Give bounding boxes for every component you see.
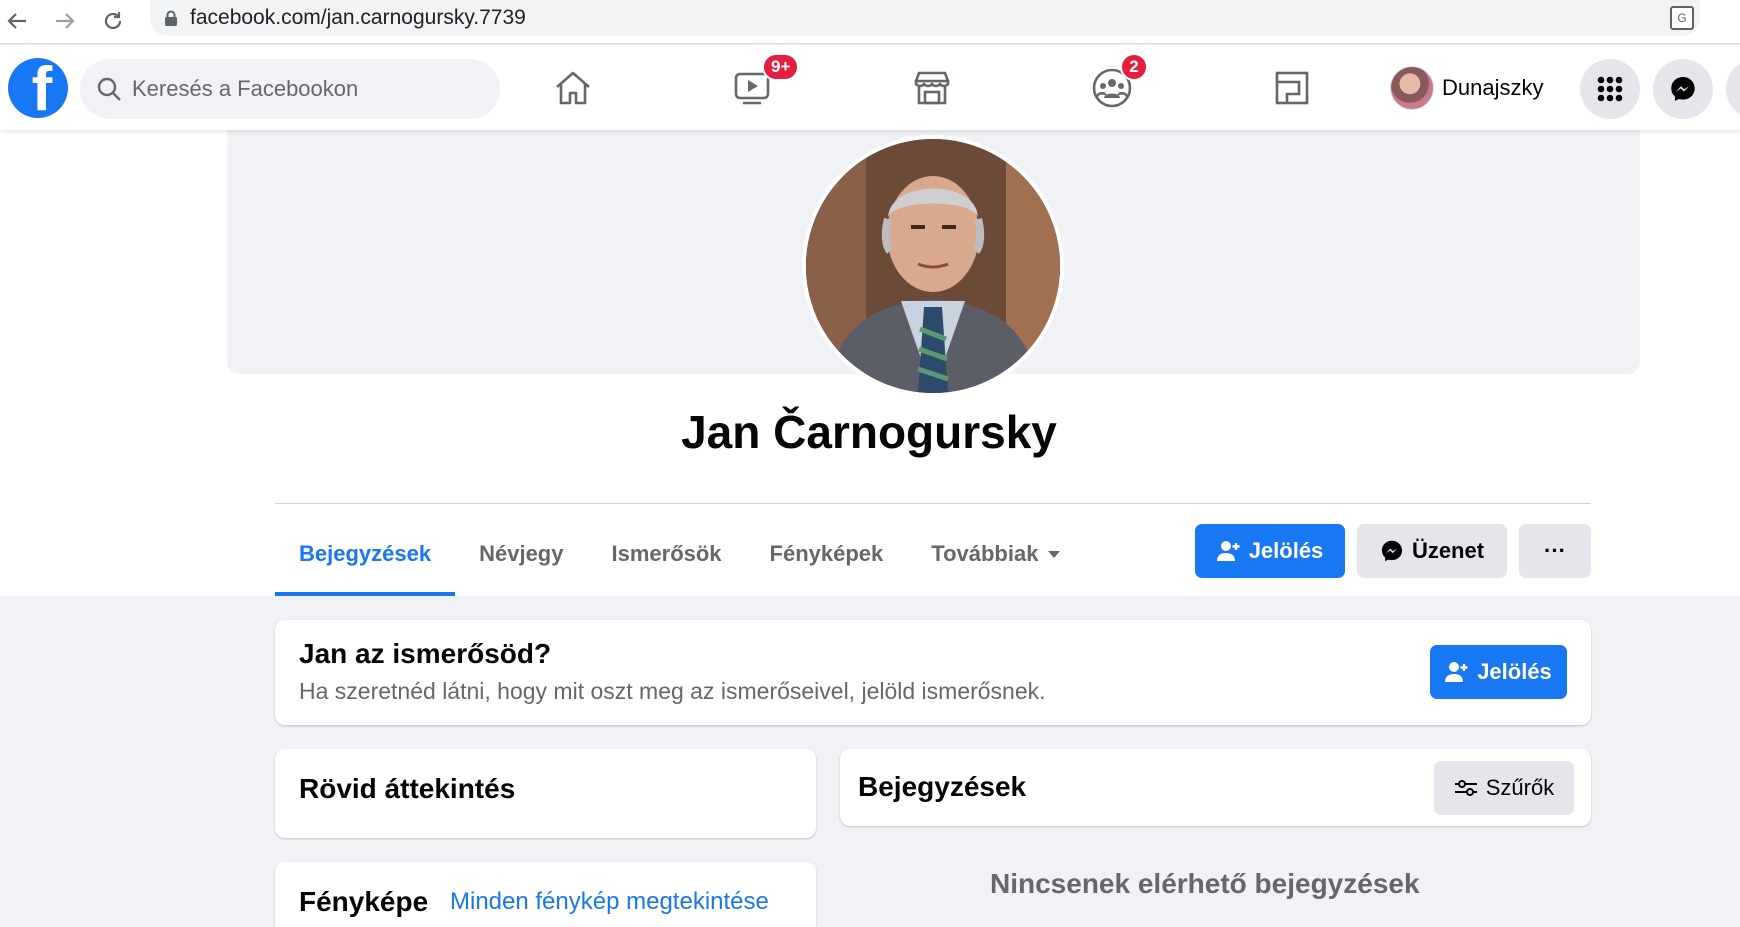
friend-prompt-title: Jan az ismerősöd?: [299, 638, 552, 669]
translate-icon[interactable]: G: [1670, 6, 1694, 30]
intro-card: Rövid áttekintés: [275, 749, 816, 838]
tab-more[interactable]: Továbbiak: [907, 512, 1084, 596]
search-input[interactable]: [132, 76, 462, 102]
profile-photo[interactable]: [802, 135, 1064, 397]
grid-menu-icon: [1597, 76, 1623, 102]
address-bar[interactable]: facebook.com/jan.carnogursky.7739 G: [150, 0, 1700, 36]
user-name: Dunajszky: [1442, 75, 1544, 100]
nav-groups[interactable]: [1052, 55, 1172, 121]
add-friend-icon: [1445, 662, 1468, 682]
facebook-logo-icon[interactable]: f: [8, 58, 68, 118]
add-friend-button[interactable]: Jelölés: [1195, 524, 1345, 578]
photos-card: Fényképe Minden fénykép megtekintése: [275, 862, 816, 927]
profile-portrait-image: [806, 139, 1060, 393]
posts-card: Bejegyzések Szűrők: [840, 749, 1591, 826]
no-posts-message: Nincsenek elérhető bejegyzések: [990, 868, 1420, 899]
more-options-button[interactable]: ···: [1519, 524, 1591, 578]
tab-friends[interactable]: Ismerősök: [587, 512, 745, 596]
menu-button[interactable]: [1580, 59, 1640, 119]
messenger-icon: [1671, 77, 1695, 101]
add-friend-icon: [1216, 541, 1240, 561]
chevron-down-icon: [1048, 550, 1061, 558]
search-icon: [97, 77, 121, 101]
messenger-icon: [1381, 540, 1402, 562]
search-box[interactable]: [80, 59, 500, 119]
posts-title: Bejegyzések: [858, 771, 1027, 802]
friend-prompt-card: Jan az ismerősöd? Ha szeretnéd látni, ho…: [275, 620, 1591, 725]
filter-sliders-icon: [1454, 780, 1477, 796]
lock-icon: [165, 10, 177, 26]
profile-tabs: Bejegyzések Névjegy Ismerősök Fényképek …: [275, 512, 1084, 596]
reload-icon[interactable]: [96, 4, 130, 38]
filters-button[interactable]: Szűrők: [1434, 761, 1574, 815]
tab-posts[interactable]: Bejegyzések: [275, 512, 456, 596]
back-arrow-icon[interactable]: [0, 4, 34, 38]
avatar: [1390, 66, 1434, 110]
notifications-button[interactable]: [1726, 59, 1740, 119]
groups-badge: 2: [1120, 53, 1148, 81]
message-button[interactable]: Üzenet: [1357, 524, 1507, 578]
gaming-icon: [1275, 71, 1309, 105]
nav-marketplace[interactable]: [872, 55, 992, 121]
video-badge: 9+: [762, 53, 800, 81]
see-all-photos-link[interactable]: Minden fénykép megtekintése: [450, 888, 769, 916]
add-friend-button-secondary[interactable]: Jelölés: [1430, 645, 1567, 699]
tab-photos[interactable]: Fényképek: [746, 512, 908, 596]
friend-prompt-subtitle: Ha szeretnéd látni, hogy mit oszt meg az…: [299, 678, 1046, 704]
profile-shortcut[interactable]: Dunajszky: [1390, 63, 1543, 113]
tab-about[interactable]: Névjegy: [455, 512, 587, 596]
nav-home[interactable]: [513, 55, 633, 121]
photos-title: Fényképe: [299, 886, 429, 917]
browser-toolbar: facebook.com/jan.carnogursky.7739 G: [0, 0, 1740, 44]
facebook-header: f 9+ 2 Dunajszky: [0, 45, 1740, 130]
url-text: facebook.com/jan.carnogursky.7739: [190, 6, 526, 29]
home-icon: [556, 71, 590, 105]
profile-name: Jan Čarnogursky: [681, 406, 1057, 458]
nav-gaming[interactable]: [1232, 55, 1352, 121]
forward-arrow-icon[interactable]: [48, 4, 82, 38]
intro-title: Rövid áttekintés: [299, 773, 516, 804]
messenger-button[interactable]: [1653, 59, 1713, 119]
divider: [275, 503, 1591, 504]
marketplace-icon: [914, 71, 950, 105]
